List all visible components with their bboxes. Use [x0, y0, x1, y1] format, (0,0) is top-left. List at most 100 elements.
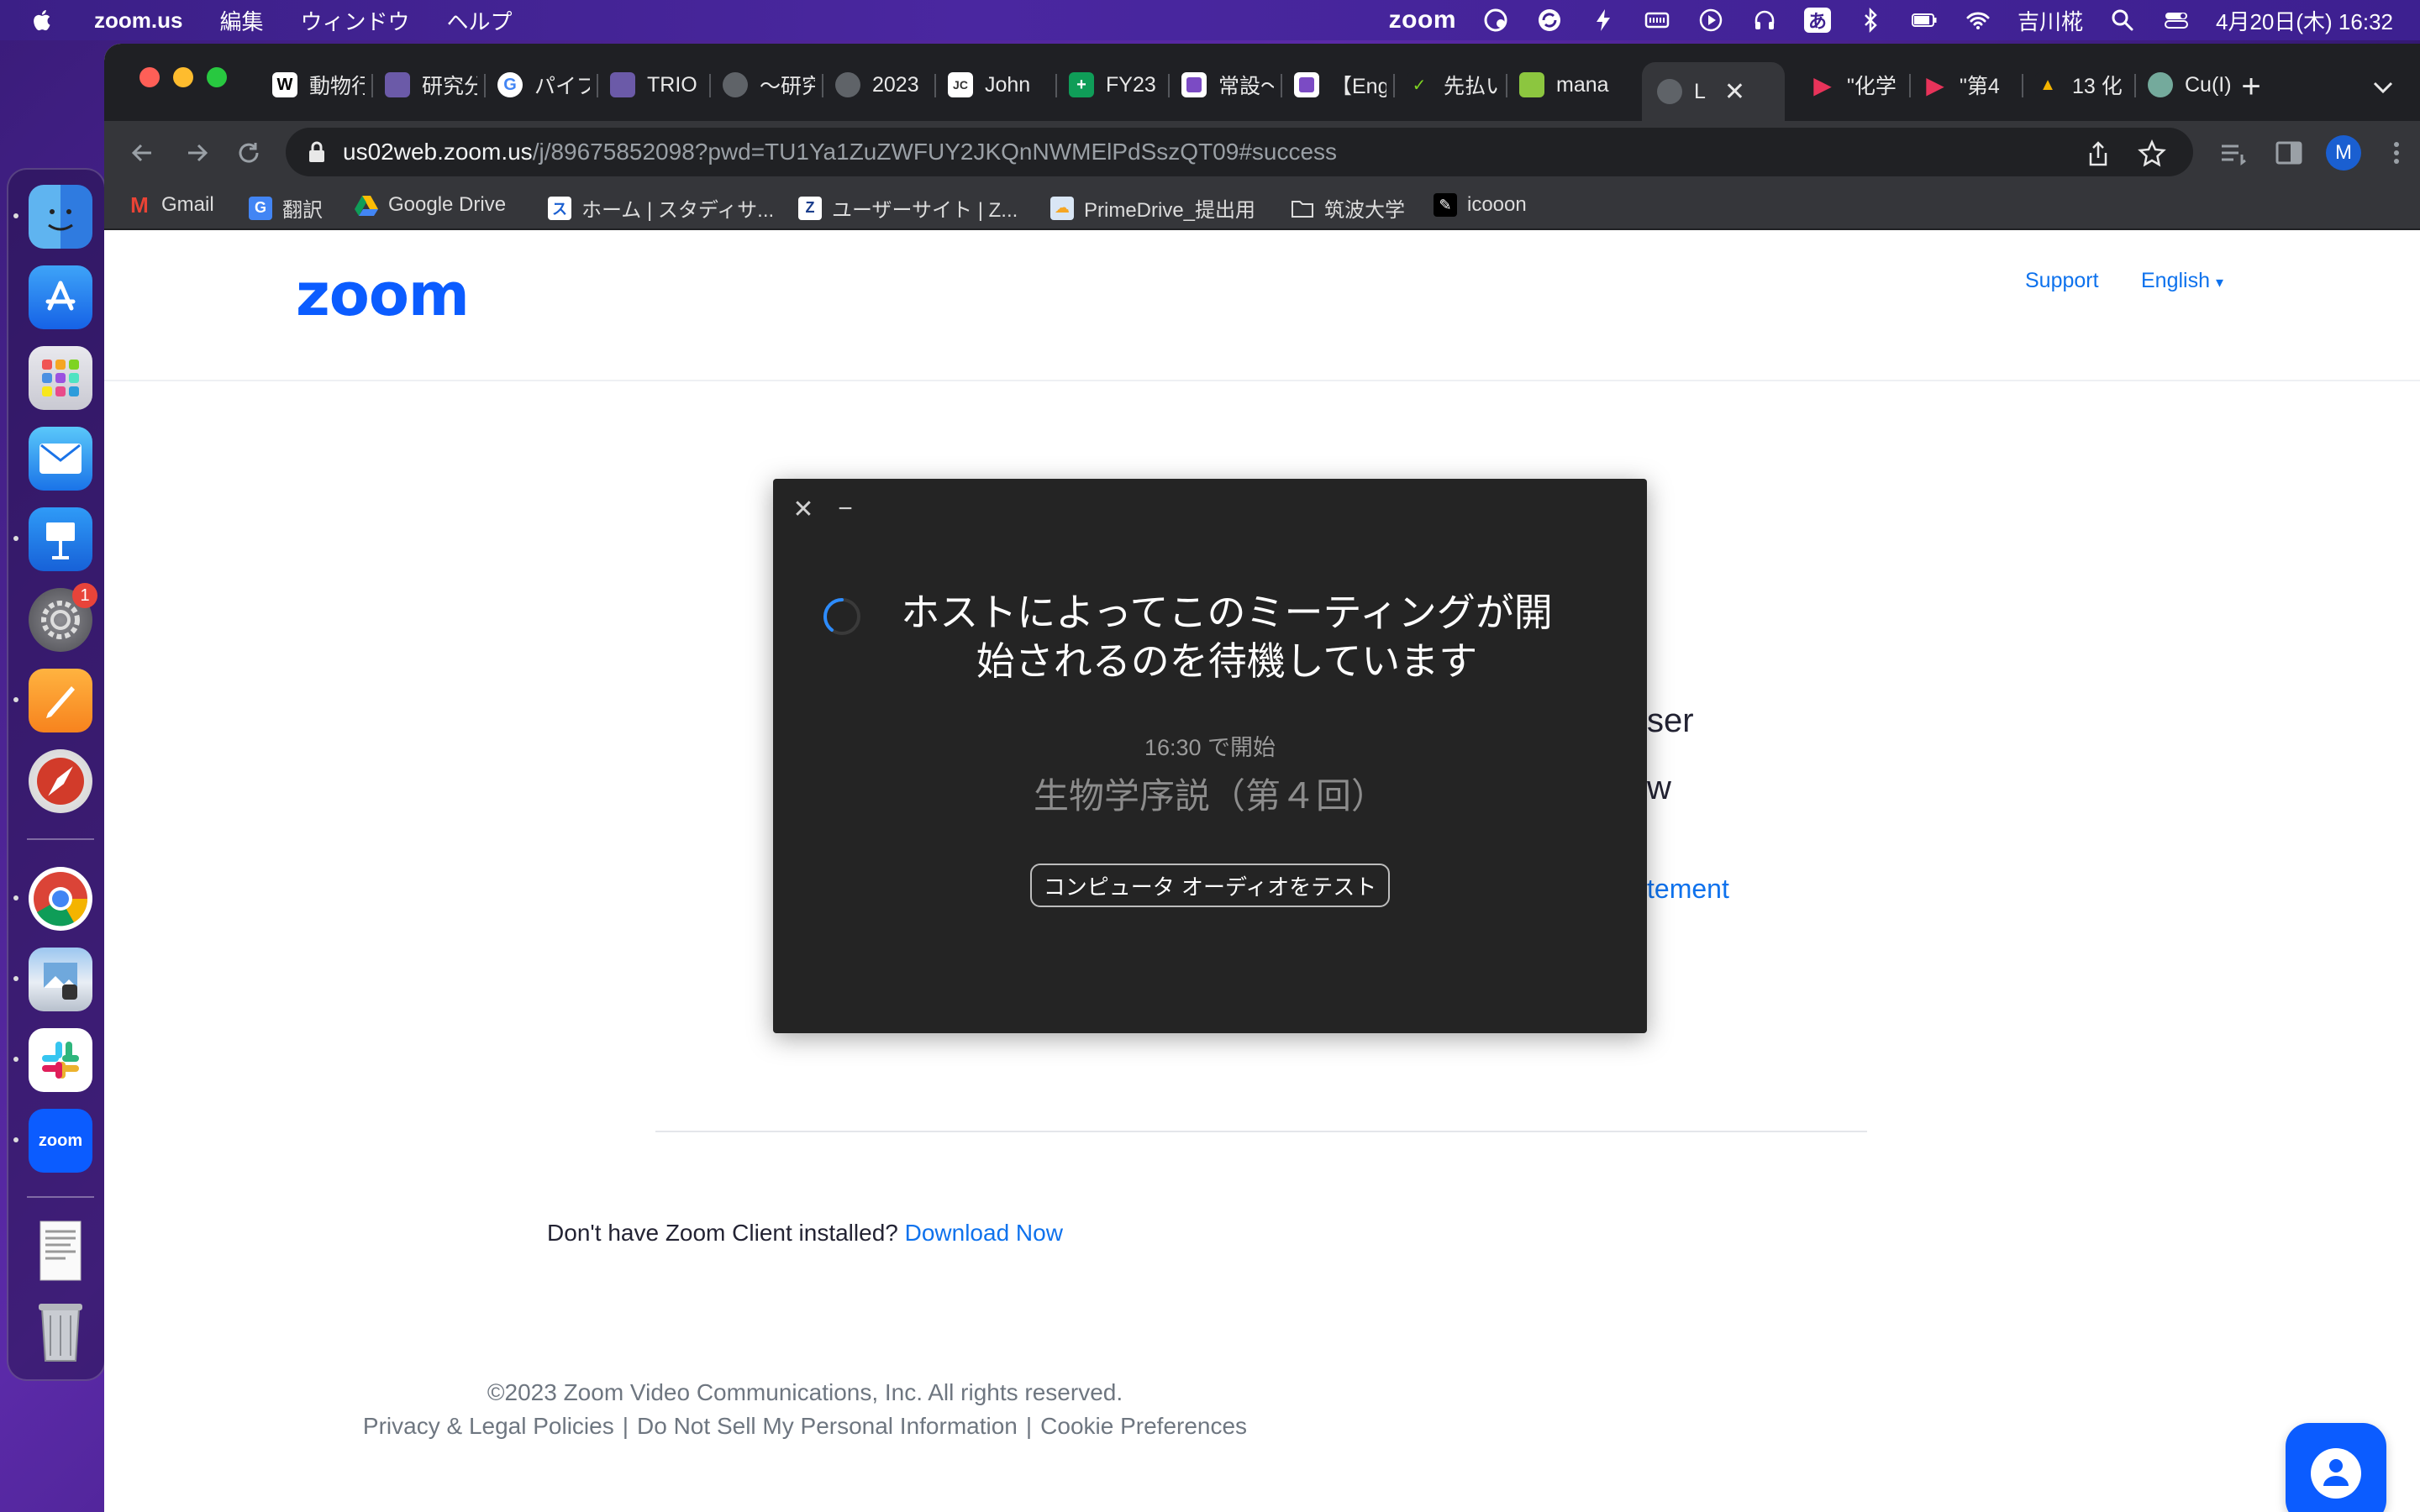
pages-icon[interactable]	[29, 669, 92, 732]
app-store-icon[interactable]	[29, 265, 92, 329]
bookmark-folder-tsukuba[interactable]: 筑波大学	[1291, 193, 1405, 223]
more-menu-icon[interactable]	[2380, 136, 2413, 170]
trash-icon[interactable]	[29, 1300, 92, 1364]
tab[interactable]: mana	[1519, 62, 1612, 108]
tab[interactable]: ✓ 先払い	[1407, 62, 1499, 108]
tab[interactable]: ▶ "第4	[1923, 62, 2015, 108]
zoom-status-item[interactable]: zoom	[1389, 6, 1456, 34]
tab[interactable]: JC John	[948, 62, 1049, 108]
menu-window[interactable]: ウィンドウ	[300, 5, 409, 36]
maximize-window-button[interactable]	[207, 67, 227, 87]
new-tab-button[interactable]: +	[2230, 66, 2272, 108]
bookmark-studysapuri[interactable]: スホーム | スタディサ...	[548, 193, 774, 223]
menu-help[interactable]: ヘルプ	[446, 5, 512, 36]
launchpad-icon[interactable]	[29, 346, 92, 410]
input-method-indicator[interactable]: あ	[1804, 8, 1831, 33]
control-center-icon[interactable]	[2162, 6, 2191, 34]
headphones-icon[interactable]	[1750, 6, 1779, 34]
minimize-window-button[interactable]	[173, 67, 193, 87]
profile-avatar[interactable]: M	[2326, 135, 2361, 171]
tab[interactable]: 常設〜	[1181, 62, 1274, 108]
keynote-icon[interactable]	[29, 507, 92, 571]
preview-icon[interactable]	[29, 948, 92, 1011]
chrome-icon[interactable]	[29, 867, 92, 931]
bluetooth-icon[interactable]	[1856, 6, 1885, 34]
tab[interactable]: 〜研究	[723, 62, 815, 108]
play-circle-icon[interactable]	[1697, 6, 1725, 34]
tab[interactable]: ▲ 13 化	[2035, 62, 2128, 108]
tab[interactable]: TRIO	[610, 62, 702, 108]
address-bar[interactable]: us02web.zoom.us/j/89675852098?pwd=TU1Ya1…	[286, 128, 2193, 176]
mail-icon[interactable]	[29, 427, 92, 491]
language-selector[interactable]: English ▾	[2141, 269, 2223, 293]
tab[interactable]: 研究分	[385, 62, 477, 108]
sheets-icon: +	[1069, 72, 1094, 97]
forward-arrow-icon[interactable]	[180, 136, 213, 170]
menu-app-name[interactable]: zoom.us	[94, 8, 182, 34]
tab-search-chevron-icon[interactable]	[2365, 69, 2402, 106]
creative-cloud-icon[interactable]	[1481, 6, 1510, 34]
chat-support-button[interactable]	[2286, 1423, 2386, 1512]
tab-separator	[1281, 74, 1282, 97]
dialog-close-icon[interactable]: ✕	[792, 496, 815, 523]
share-icon[interactable]	[2084, 139, 2112, 168]
menubar-user-name[interactable]: 吉川椛	[2018, 5, 2083, 36]
safari-icon[interactable]	[29, 749, 92, 813]
system-settings-icon[interactable]: 1	[29, 583, 97, 652]
cookie-preferences-link[interactable]: Cookie Preferences	[1040, 1413, 1247, 1439]
url-host: us02web.zoom.us	[343, 139, 533, 165]
tab[interactable]: 2023	[835, 62, 928, 108]
obscured-link[interactable]: tement	[1647, 874, 1729, 905]
bolt-app-icon[interactable]	[1589, 6, 1618, 34]
tab[interactable]: ▶ "化学	[1810, 62, 1902, 108]
document-stack-icon[interactable]	[29, 1220, 92, 1284]
close-window-button[interactable]	[139, 67, 160, 87]
bookmark-star-icon[interactable]	[2138, 139, 2166, 168]
tab[interactable]: W 動物行	[272, 62, 365, 108]
back-arrow-icon[interactable]	[126, 136, 160, 170]
tab[interactable]: G パイプ	[497, 62, 590, 108]
site-favicon-icon: ▲	[2035, 72, 2060, 97]
tab-separator	[934, 74, 936, 97]
do-not-sell-link[interactable]: Do Not Sell My Personal Information	[637, 1413, 1018, 1439]
content-divider	[655, 1131, 1867, 1132]
side-panel-icon[interactable]	[2272, 136, 2306, 170]
finder-icon[interactable]	[29, 185, 92, 249]
apple-menu-icon[interactable]	[30, 8, 55, 33]
url-path: /j/89675852098?pwd=TU1Ya1ZuZWFUY2JKQnNWM…	[532, 139, 1338, 165]
running-indicator	[13, 895, 18, 900]
lock-icon[interactable]	[308, 141, 326, 163]
tab-active[interactable]: L ✕	[1642, 62, 1785, 121]
tab[interactable]: + FY23	[1069, 62, 1161, 108]
download-now-link[interactable]: Download Now	[905, 1220, 1063, 1246]
test-computer-audio-button[interactable]: コンピュータ オーディオをテスト	[1030, 864, 1390, 907]
bookmark-primedrive[interactable]: ☁ PrimeDrive_提出用	[1050, 193, 1255, 223]
bookmark-icooon[interactable]: ✎ icooon	[1434, 193, 1527, 217]
running-indicator	[13, 1057, 18, 1062]
tab[interactable]: 【Eng	[1294, 62, 1386, 108]
battery-icon[interactable]	[1910, 6, 1939, 34]
studysapuri-icon: ス	[548, 196, 571, 220]
bookmark-gmail[interactable]: M Gmail	[128, 192, 214, 218]
menubar-clock[interactable]: 4月20日(木) 16:32	[2216, 5, 2393, 36]
bookmark-user-site[interactable]: Z ユーザーサイト | Z...	[798, 193, 1018, 223]
reload-icon[interactable]	[232, 136, 266, 170]
bookmark-translate[interactable]: G 翻訳	[249, 193, 323, 223]
privacy-legal-link[interactable]: Privacy & Legal Policies	[363, 1413, 614, 1439]
sync-icon[interactable]	[1535, 6, 1564, 34]
bookmark-google-drive[interactable]: Google Drive	[355, 193, 506, 217]
menu-edit[interactable]: 編集	[219, 5, 263, 36]
reading-list-icon[interactable]	[2217, 136, 2250, 170]
close-tab-icon[interactable]: ✕	[1724, 77, 1745, 107]
zoom-app-icon[interactable]: zoom	[29, 1109, 92, 1173]
dialog-minimize-icon[interactable]: −	[834, 495, 857, 522]
footer-separator: |	[622, 1413, 629, 1439]
wifi-icon[interactable]	[1964, 6, 1992, 34]
support-link[interactable]: Support	[2025, 269, 2099, 293]
keyboard-icon[interactable]	[1643, 6, 1671, 34]
spotlight-search-icon[interactable]	[2108, 6, 2137, 34]
tab[interactable]: Cu(I)	[2148, 62, 2240, 108]
download-prompt-text: Don't have Zoom Client installed?	[547, 1220, 898, 1246]
zoom-logo[interactable]: zoom	[296, 260, 470, 329]
slack-icon[interactable]	[29, 1028, 92, 1092]
